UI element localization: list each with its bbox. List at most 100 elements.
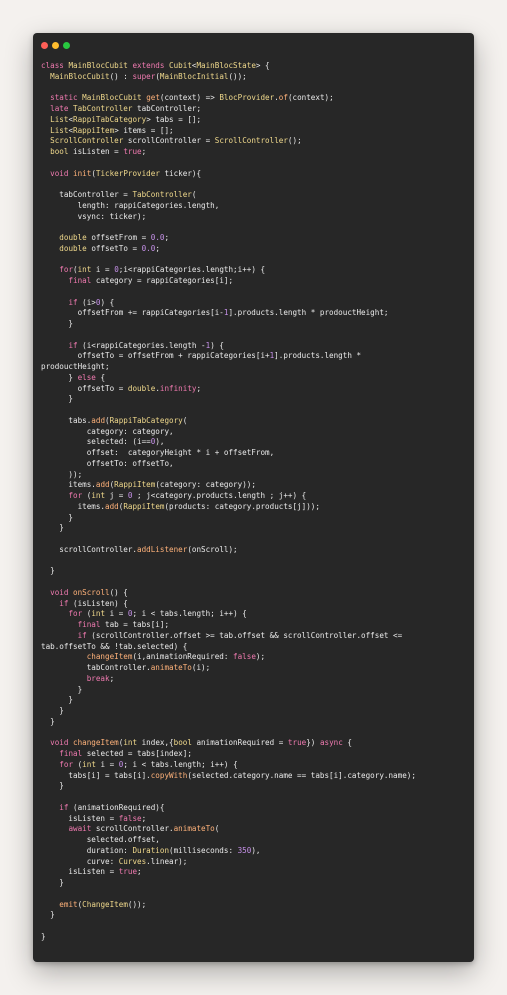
code-token: .linear); — [146, 856, 188, 866]
code-line: curve: Curves.linear); — [41, 857, 469, 868]
maximize-button[interactable] — [63, 42, 70, 49]
code-line: ScrollController scrollController = Scro… — [41, 136, 469, 147]
code-line: if (isListen) { — [41, 599, 469, 610]
code-token: } — [41, 523, 64, 533]
code-token: ; — [141, 147, 147, 156]
code-line: } — [41, 781, 469, 792]
code-token: tabController = — [41, 190, 133, 199]
code-token: RappiItem — [73, 125, 115, 135]
code-token: TabController — [73, 104, 138, 113]
code-token: ( — [182, 415, 188, 425]
code-token: int — [77, 265, 96, 275]
code-token: offsetTo = offsetFrom + rappiCategories[… — [41, 351, 270, 361]
code-token: ; — [141, 813, 147, 823]
code-token: i = — [109, 609, 128, 619]
code-token: add — [91, 415, 106, 425]
code-line: for (int i = 0; i < tabs.length; i++) { — [41, 760, 469, 771]
code-block: class MainBlocCubit extends Cubit<MainBl… — [41, 61, 469, 943]
code-token: items. — [41, 501, 106, 511]
code-line: )); — [41, 470, 469, 481]
code-line: isListen = true; — [41, 867, 469, 878]
code-token: true — [123, 147, 142, 156]
code-token: (i> — [82, 297, 96, 307]
code-token: } — [41, 372, 78, 382]
code-token: tab.offsetTo && !tab.selected) { — [41, 641, 188, 651]
code-token: RappiItem — [114, 480, 156, 490]
code-line: if (animationRequired){ — [41, 803, 469, 814]
code-token: final — [77, 620, 106, 629]
code-line: tabController.animateTo(i); — [41, 663, 469, 674]
code-token: } — [41, 931, 46, 941]
code-token: duration: — [41, 845, 133, 855]
code-line: } — [41, 706, 469, 717]
code-token: TickerProvider — [95, 168, 165, 178]
code-token: curve: — [41, 856, 119, 866]
code-token: RappiTabCategory — [73, 114, 147, 124]
code-token: (category: category)); — [155, 480, 256, 490]
code-line: List<RappiItem> items = []; — [41, 126, 469, 137]
code-line: await scrollController.animateTo( — [41, 824, 469, 835]
code-token: for — [59, 759, 78, 769]
code-line: static MainBlocCubit get(context) => Blo… — [41, 93, 469, 104]
code-token: ); — [255, 652, 266, 662]
code-line: late TabController tabController; — [41, 104, 469, 115]
code-line: if (scrollController.offset >= tab.offse… — [41, 631, 469, 642]
code-token: ) { — [210, 340, 224, 350]
code-token: tabs[i] = tabs[i]. — [41, 770, 151, 780]
code-token: (i,animationRequired: — [132, 652, 234, 662]
code-line: } — [41, 695, 469, 706]
minimize-button[interactable] — [52, 42, 59, 49]
code-line: items.add(RappiItem(products: category.p… — [41, 502, 469, 513]
code-line: tabController = TabController( — [41, 190, 469, 201]
code-token: (selected.category.name == tabs[i].categ… — [187, 770, 416, 780]
code-token: animateTo — [173, 824, 215, 834]
code-line: double offsetFrom = 0.0; — [41, 233, 469, 244]
code-token: tabController; — [137, 104, 202, 113]
code-line: } — [41, 523, 469, 534]
code-token: double — [127, 383, 156, 393]
code-token: ; — [137, 867, 142, 877]
code-token: init — [73, 168, 92, 178]
code-token: static — [50, 93, 83, 103]
code-token: ; i < tabs.length; i++) { — [132, 609, 247, 619]
code-token: i = — [95, 265, 115, 275]
close-button[interactable] — [41, 42, 48, 49]
code-line: tabs.add(RappiTabCategory( — [41, 416, 469, 427]
code-token: } — [41, 512, 74, 522]
code-token: } — [41, 781, 64, 791]
code-line: } — [41, 566, 469, 577]
code-token: vsync: ticker); — [41, 211, 147, 221]
code-line: duration: Duration(milliseconds: 350), — [41, 846, 469, 857]
code-token: copyWith — [150, 770, 188, 780]
code-line: if (i>0) { — [41, 298, 469, 309]
code-line: for(int i = 0;i<rappiCategories.length;i… — [41, 265, 469, 276]
code-token: (milliseconds: — [169, 845, 238, 855]
code-token: MainBlocCubit — [68, 61, 133, 70]
code-token: for — [68, 491, 87, 500]
code-token: List — [50, 114, 69, 124]
code-token: ticker){ — [164, 168, 202, 178]
code-token: final — [68, 276, 96, 285]
code-line: double offsetTo = 0.0; — [41, 244, 469, 255]
code-token: true — [118, 867, 138, 877]
code-line: void init(TickerProvider ticker){ — [41, 169, 469, 180]
code-token: ; — [155, 243, 160, 253]
